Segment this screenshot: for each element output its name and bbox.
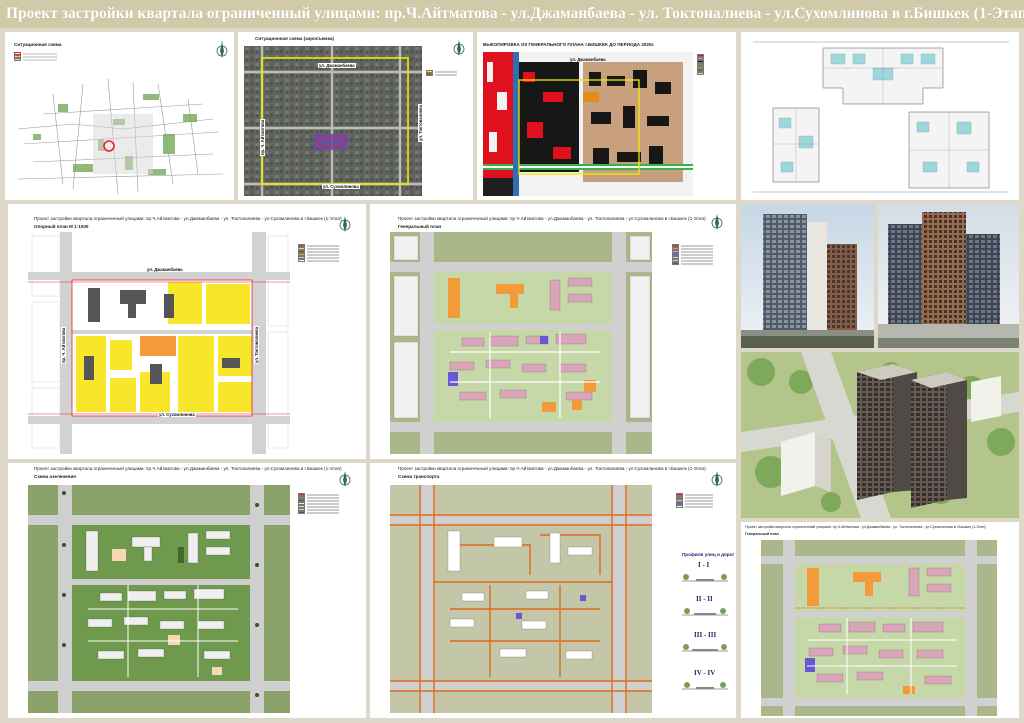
landscape-plan-panel: Проект застройки квартала ограниченный у… — [8, 463, 366, 718]
general-plan-2-caption-1: Проект застройки квартала ограниченный у… — [745, 525, 986, 529]
aerial-photo — [244, 46, 422, 196]
aerial-street-north: ул. Джаманбаева — [318, 63, 356, 68]
svg-text:С: С — [221, 40, 223, 44]
profile-1-drawing — [682, 574, 728, 582]
base-plan-street-west: пр. Ч. Айтматова — [61, 326, 66, 364]
aerial-legend — [426, 70, 457, 76]
profile-4-drawing — [682, 682, 728, 690]
aerial-street-west: пр. Ч. Айтматова — [260, 118, 265, 156]
transport-plan-map — [390, 485, 652, 713]
landscape-plan-map — [28, 485, 290, 713]
general-plan-caption-2: Генеральный план — [398, 224, 442, 229]
base-plan-street-east: ул. Токтоналиева — [254, 325, 259, 364]
north-arrow-icon — [711, 214, 723, 230]
north-arrow-icon — [453, 40, 465, 56]
general-plan-panel: Проект застройки квартала ограниченный у… — [370, 204, 736, 459]
general-plan-legend — [672, 244, 713, 265]
profile-3-drawing — [682, 644, 728, 652]
transport-plan-panel: Проект застройки квартала ограниченный у… — [370, 463, 736, 718]
north-arrow-icon — [339, 216, 351, 232]
landscape-caption-2: Схема озеленения — [34, 474, 76, 479]
transport-legend — [676, 493, 713, 508]
profile-1-label: I - I — [698, 561, 710, 569]
base-plan-street-north: ул. Джаманбаева — [146, 267, 184, 272]
transport-caption-1: Проект застройки квартала ограниченный у… — [398, 466, 706, 471]
general-plan-2-caption-2: Генеральный план — [745, 532, 779, 536]
general-plan-caption-1: Проект застройки квартала ограниченный у… — [398, 216, 706, 221]
genplan-map — [483, 52, 693, 196]
floor-plan-drawing — [753, 41, 1009, 193]
transport-caption-2: Схема транспорта — [398, 474, 440, 479]
general-plan-2-panel: Проект застройки квартала ограниченный у… — [741, 522, 1019, 718]
base-plan-map — [28, 232, 290, 454]
profile-4-label: IV - IV — [694, 669, 716, 677]
profiles-title: Профиля улиц и дорог — [682, 552, 735, 557]
aerial-caption: Ситуационная схема (аэросъемка) — [255, 36, 334, 41]
tower-render-2 — [878, 204, 1019, 348]
profile-2-label: II - II — [696, 595, 713, 603]
situation-scheme-panel: Ситуационная схема С — [5, 32, 234, 200]
base-plan-panel: Проект застройки квартала ограниченный у… — [8, 204, 366, 459]
aerial-render — [741, 352, 1019, 518]
floor-plan-panel — [741, 32, 1019, 200]
genplan-street-north: ул. Джаманбаева — [570, 57, 606, 62]
aerial-street-south: ул. Сухомлинова — [322, 184, 360, 189]
genplan-excerpt-panel: ВЫКОПИРОВКА ИЗ ГЕНЕРАЛЬНОГО ПЛАНА г.БИШК… — [477, 32, 736, 200]
situation-scheme-caption: Ситуационная схема — [14, 42, 62, 47]
general-plan-map — [390, 232, 652, 454]
profile-2-drawing — [682, 608, 728, 616]
aerial-street-east: ул. Токтоналиева — [418, 103, 423, 142]
legend — [14, 52, 57, 61]
landscape-caption-1: Проект застройки квартала ограниченный у… — [34, 466, 342, 471]
profile-3-label: III - III — [694, 631, 717, 639]
genplan-caption: ВЫКОПИРОВКА ИЗ ГЕНЕРАЛЬНОГО ПЛАНА г.БИШК… — [483, 42, 655, 47]
landscape-legend — [298, 493, 339, 514]
genplan-legend — [697, 54, 704, 75]
base-plan-caption-2: Опорный план М 1:1000 — [34, 224, 89, 229]
north-arrow-icon — [339, 471, 351, 487]
city-map — [13, 74, 229, 196]
aerial-situation-panel: Ситуационная схема (аэросъемка) ул. Джам… — [238, 32, 473, 200]
base-plan-caption-1: Проект застройки квартала ограниченный у… — [34, 216, 342, 221]
north-arrow-icon: С — [216, 40, 228, 58]
north-arrow-icon — [711, 471, 723, 487]
base-plan-street-south: ул. Сухомлинова — [158, 412, 196, 417]
base-plan-legend — [298, 244, 339, 262]
general-plan-2-map — [761, 540, 997, 716]
tower-render-1 — [741, 204, 874, 348]
page-title: Проект застройки квартала ограниченный у… — [0, 0, 1024, 28]
